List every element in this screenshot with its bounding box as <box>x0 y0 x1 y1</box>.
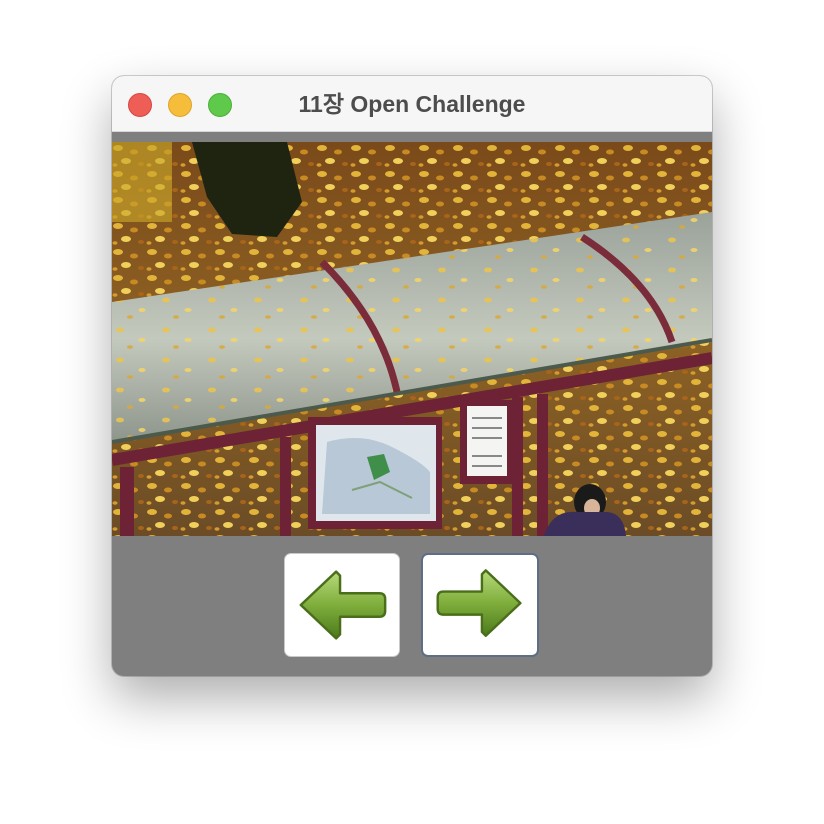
next-image-button[interactable] <box>421 553 539 657</box>
photo-display <box>112 142 712 536</box>
left-arrow-icon <box>299 570 387 640</box>
title-bar[interactable]: 11장 Open Challenge <box>112 76 712 132</box>
window-title: 11장 Open Challenge <box>298 91 526 117</box>
app-window: 11장 Open Challenge <box>112 76 712 676</box>
previous-image-button[interactable] <box>284 553 400 657</box>
right-arrow-icon <box>436 569 522 637</box>
